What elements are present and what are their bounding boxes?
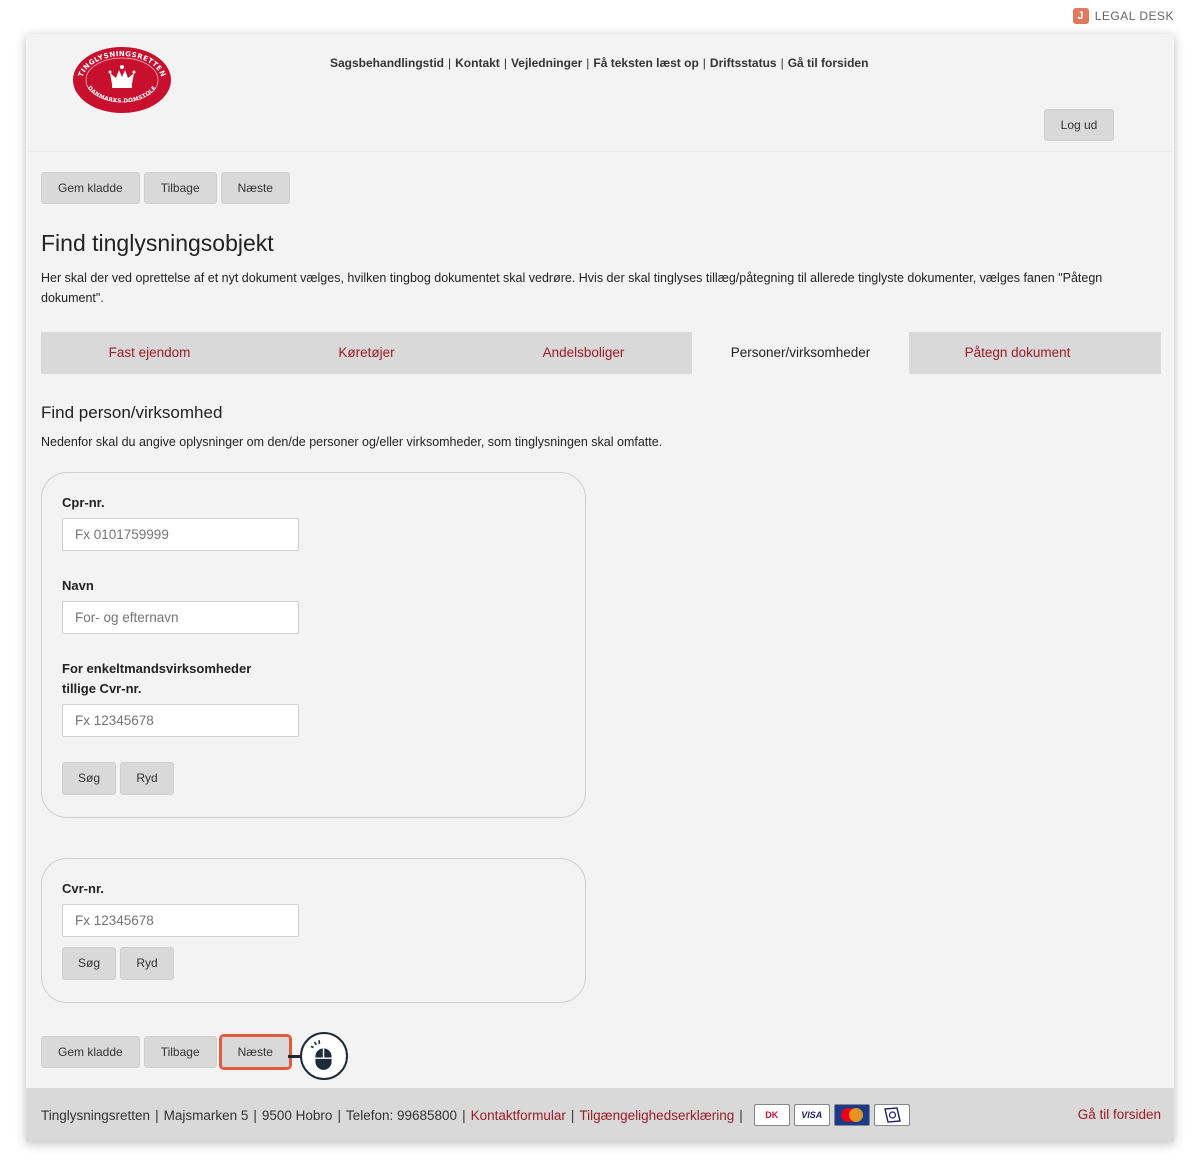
nav-separator: | <box>503 56 507 70</box>
company-search-panel: Cvr-nr. Søg Ryd <box>41 858 586 1003</box>
back-button-bottom[interactable]: Tilbage <box>143 1036 217 1068</box>
registry-tabs: Fast ejendom Køretøjer Andelsboliger Per… <box>41 332 1161 374</box>
legal-desk-label: LEGAL DESK <box>1094 9 1174 23</box>
company-clear-button[interactable]: Ryd <box>120 947 174 980</box>
nav-sagsbehandlingstid[interactable]: Sagsbehandlingstid <box>330 56 444 70</box>
visa-card-icon: VISA <box>793 1104 830 1126</box>
person-clear-button[interactable]: Ryd <box>120 762 174 795</box>
name-label: Navn <box>62 578 94 593</box>
tinglysningsretten-logo[interactable]: TINGLYSNINGSRETTEN DANMARKS DOMSTOLE <box>72 46 172 114</box>
tab-andelsboliger[interactable]: Andelsboliger <box>475 332 692 374</box>
nav-separator: | <box>586 56 590 70</box>
mastercard-card-icon <box>833 1104 870 1126</box>
footer-separator: | <box>253 1107 257 1123</box>
footer-separator: | <box>570 1107 575 1123</box>
footer-separator: | <box>462 1107 466 1123</box>
person-search-panel: Cpr-nr. Navn For enkeltmandsvirksomheder… <box>41 472 586 818</box>
tab-fast-ejendom[interactable]: Fast ejendom <box>41 332 258 374</box>
sole-prop-cvr-label: For enkeltmandsvirksomheder tillige Cvr-… <box>62 659 251 699</box>
contact-form-link[interactable]: Kontaktformular <box>471 1108 566 1123</box>
top-action-bar: Gem kladde Tilbage Næste <box>41 172 290 204</box>
nav-separator: | <box>448 56 452 70</box>
nav-separator: | <box>702 56 706 70</box>
browser-window: TINGLYSNINGSRETTEN DANMARKS DOMSTOLE Sag… <box>26 34 1174 1142</box>
legal-desk-brand: J LEGAL DESK <box>1072 8 1174 24</box>
tab-paategn-dokument[interactable]: Påtegn dokument <box>909 332 1126 374</box>
logout-button[interactable]: Log ud <box>1044 109 1114 141</box>
company-cvr-input[interactable] <box>62 904 299 937</box>
dankort-card-icon: DK <box>753 1104 790 1126</box>
footer-phone: Telefon: 99685800 <box>345 1107 458 1123</box>
nav-separator: | <box>780 56 784 70</box>
person-search-button[interactable]: Søg <box>62 762 116 795</box>
company-cvr-label: Cvr-nr. <box>62 881 104 896</box>
next-button-bottom[interactable]: Næste <box>218 1034 292 1070</box>
section-description: Nedenfor skal du angive oplysninger om d… <box>41 435 663 449</box>
accessibility-link[interactable]: Tilgængelighedserklæring <box>579 1108 734 1123</box>
tab-koeretoejer[interactable]: Køretøjer <box>258 332 475 374</box>
footer-info: Tinglysningsretten | Majsmarken 5 | 9500… <box>41 1088 910 1142</box>
cpr-label: Cpr-nr. <box>62 495 105 510</box>
footer-home-link[interactable]: Gå til forsiden <box>1078 1088 1161 1142</box>
nav-vejledninger[interactable]: Vejledninger <box>511 56 582 70</box>
footer-city: 9500 Hobro <box>261 1107 333 1123</box>
save-draft-button[interactable]: Gem kladde <box>41 172 140 204</box>
footer-address: Majsmarken 5 <box>163 1107 249 1123</box>
footer-org: Tinglysningsretten <box>41 1107 151 1123</box>
nav-home[interactable]: Gå til forsiden <box>788 56 869 70</box>
company-search-button[interactable]: Søg <box>62 947 116 980</box>
section-title: Find person/virksomhed <box>41 403 223 422</box>
name-input[interactable] <box>62 601 299 634</box>
footer-separator: | <box>155 1107 159 1123</box>
other-card-icon <box>873 1104 910 1126</box>
site-footer: Tinglysningsretten | Majsmarken 5 | 9500… <box>26 1088 1174 1142</box>
next-button[interactable]: Næste <box>220 172 290 204</box>
footer-separator: | <box>739 1107 743 1123</box>
save-draft-button-bottom[interactable]: Gem kladde <box>41 1036 140 1068</box>
footer-separator: | <box>337 1107 341 1123</box>
sole-prop-cvr-label-line2: tillige Cvr-nr. <box>62 681 142 696</box>
cpr-input[interactable] <box>62 518 299 551</box>
legal-desk-icon: J <box>1072 8 1089 24</box>
mouse-click-icon <box>300 1032 348 1080</box>
back-button[interactable]: Tilbage <box>143 172 217 204</box>
nav-read-aloud[interactable]: Få teksten læst op <box>593 56 698 70</box>
sole-prop-cvr-input[interactable] <box>62 704 299 737</box>
payment-cards: DK VISA <box>753 1104 910 1126</box>
tab-personer-virksomheder[interactable]: Personer/virksomheder <box>692 332 909 374</box>
company-form-actions: Søg Ryd <box>62 947 174 980</box>
top-navigation: Sagsbehandlingstid | Kontakt | Vejledninger |… <box>330 56 868 70</box>
bottom-action-bar: Gem kladde Tilbage Næste <box>41 1034 292 1070</box>
page-intro: Her skal der ved oprettelse af et nyt do… <box>41 271 1103 305</box>
person-form-actions: Søg Ryd <box>62 762 174 795</box>
nav-driftsstatus[interactable]: Driftsstatus <box>710 56 777 70</box>
sole-prop-cvr-label-line1: For enkeltmandsvirksomheder <box>62 661 252 676</box>
site-header: TINGLYSNINGSRETTEN DANMARKS DOMSTOLE Sag… <box>26 34 1174 152</box>
nav-kontakt[interactable]: Kontakt <box>455 56 500 70</box>
page-title: Find tinglysningsobjekt <box>41 230 274 256</box>
